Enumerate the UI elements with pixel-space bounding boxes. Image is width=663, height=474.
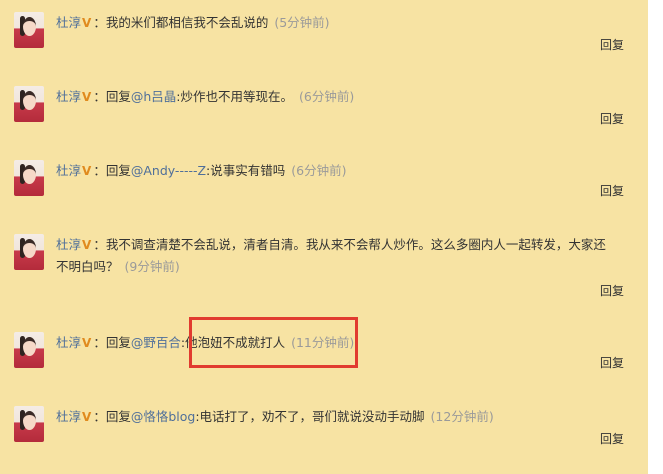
colon: ： [93, 163, 106, 178]
comment-item: 杜淳V ：回复@野百合:他泡妞不成就打人 (11分钟前) 回复 [0, 320, 648, 392]
vip-badge-icon[interactable]: V [82, 13, 91, 34]
vip-badge-icon[interactable]: V [82, 235, 91, 256]
comment-panel: 杜淳V ：我的米们都相信我不会乱说的 (5分钟前) 回复 杜淳V ：回复@h吕晶:炒… [0, 0, 648, 474]
mention-link[interactable]: @h吕晶 [131, 89, 176, 104]
colon: ： [93, 89, 106, 104]
reply-button[interactable]: 回复 [600, 354, 624, 371]
vip-badge-icon[interactable]: V [82, 333, 91, 354]
comment-body: :他泡妞不成就打人 [180, 335, 286, 350]
colon: ： [93, 335, 106, 350]
comment-text-line: 杜淳V ：我的米们都相信我不会乱说的 (5分钟前) [56, 12, 636, 34]
comment-time: (9分钟前) [124, 259, 180, 274]
mention-link[interactable]: @野百合 [131, 335, 181, 350]
comment-time: (6分钟前) [291, 163, 347, 178]
comment-item: 杜淳V ：我不调查清楚不会乱说，清者自清。我从来不会帮人炒作。这么多圈内人一起转发… [0, 222, 648, 306]
avatar-face [23, 91, 36, 110]
comment-item: 杜淳V ：回复@恪恪blog:电话打了，劝不了，哥们就说没动手动脚 (12分钟前)… [0, 394, 648, 474]
comment-time: (6分钟前) [298, 89, 355, 104]
comment-body: :电话打了，劝不了，哥们就说没动手动脚 [195, 409, 425, 424]
comment-text-line: 杜淳V ：回复@恪恪blog:电话打了，劝不了，哥们就说没动手动脚 (12分钟前) [56, 406, 636, 428]
comment-text-line: 杜淳V ：我不调查清楚不会乱说，清者自清。我从来不会帮人炒作。这么多圈内人一起转发… [56, 234, 618, 277]
author-name[interactable]: 杜淳 [56, 163, 81, 178]
reply-prefix: 回复 [105, 89, 131, 104]
author-name[interactable]: 杜淳 [56, 237, 81, 252]
avatar-face [23, 411, 36, 430]
mention-link[interactable]: @Andy-----Z [131, 163, 206, 178]
avatar[interactable] [14, 332, 44, 368]
reply-button[interactable]: 回复 [600, 282, 624, 299]
comment-time: (5分钟前) [274, 15, 330, 30]
colon: ： [93, 237, 106, 252]
avatar-face [23, 165, 36, 184]
comment-text-line: 杜淳V ：回复@h吕晶:炒作也不用等现在。 (6分钟前) [56, 86, 636, 108]
avatar[interactable] [14, 406, 44, 442]
avatar-face [23, 239, 36, 258]
author-name[interactable]: 杜淳 [56, 409, 81, 424]
mention-link[interactable]: @恪恪blog [131, 409, 196, 424]
vip-badge-icon[interactable]: V [82, 87, 91, 108]
avatar[interactable] [14, 160, 44, 196]
author-name[interactable]: 杜淳 [56, 89, 81, 104]
comment-text-line: 杜淳V ：回复@Andy-----Z:说事实有错吗 (6分钟前) [56, 160, 636, 182]
colon: ： [93, 15, 106, 30]
author-name[interactable]: 杜淳 [56, 335, 81, 350]
comment-body: 我的米们都相信我不会乱说的 [105, 15, 269, 30]
comment-time: (12分钟前) [430, 409, 494, 424]
avatar[interactable] [14, 86, 44, 122]
avatar[interactable] [14, 12, 44, 48]
reply-prefix: 回复 [105, 409, 131, 424]
reply-button[interactable]: 回复 [600, 430, 624, 447]
comment-time: (11分钟前) [291, 335, 355, 350]
comment-body: :炒作也不用等现在。 [176, 89, 293, 104]
reply-button[interactable]: 回复 [600, 110, 624, 127]
avatar-face [23, 17, 36, 36]
comment-body: :说事实有错吗 [206, 163, 286, 178]
colon: ： [93, 409, 106, 424]
reply-prefix: 回复 [105, 163, 131, 178]
avatar[interactable] [14, 234, 44, 270]
reply-prefix: 回复 [105, 335, 131, 350]
reply-button[interactable]: 回复 [600, 182, 624, 199]
vip-badge-icon[interactable]: V [82, 161, 91, 182]
comment-item: 杜淳V ：我的米们都相信我不会乱说的 (5分钟前) 回复 [0, 0, 648, 72]
vip-badge-icon[interactable]: V [82, 407, 91, 428]
comment-text-line: 杜淳V ：回复@野百合:他泡妞不成就打人 (11分钟前) [56, 332, 636, 354]
comment-item: 杜淳V ：回复@h吕晶:炒作也不用等现在。 (6分钟前) 回复 [0, 74, 648, 146]
comment-item: 杜淳V ：回复@Andy-----Z:说事实有错吗 (6分钟前) 回复 [0, 148, 648, 220]
reply-button[interactable]: 回复 [600, 36, 624, 53]
author-name[interactable]: 杜淳 [56, 15, 81, 30]
avatar-face [23, 337, 36, 356]
